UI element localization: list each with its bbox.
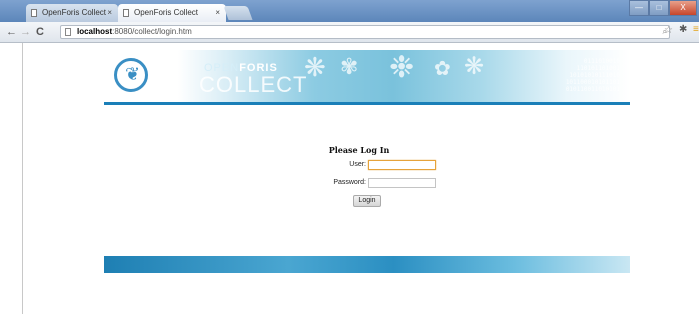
browser-tab-inactive[interactable]: OpenForis Collect × [26,4,118,22]
footer-bar [104,256,630,273]
login-form: Please Log In User: Password: Login [300,142,460,212]
window-controls: — □ X [629,0,697,16]
leaf-icon: ❦ [125,64,141,84]
tree-icon: ✾ [340,54,359,79]
tree-icon: ✿ [434,58,451,80]
login-button[interactable]: Login [353,195,381,207]
bookmark-star-icon[interactable]: ☆ [664,25,673,36]
back-arrow-icon[interactable]: ← [6,25,17,39]
banner-underline [104,102,630,105]
frame-divider [22,43,23,314]
page-icon [31,9,37,17]
tab-label: OpenForis Collect [42,8,107,17]
menu-icon[interactable]: ≡ [693,24,699,35]
binary-text: 0111010010 [583,58,620,65]
maximize-button[interactable]: □ [649,0,669,16]
page-icon [65,28,71,36]
login-title: Please Log In [328,145,390,155]
binary-text: 010110011010101 [565,86,620,93]
tab-label: OpenForis Collect [134,8,199,17]
binary-text: 101100010101101 [565,79,620,86]
tree-icon: ❋ [304,52,326,82]
user-label: User: [349,161,366,168]
openforis-banner: ❦ OPENFORIS COLLECT ❋ ✾ ❉ ✿ ❋ 0111010010… [104,50,630,102]
password-input[interactable] [368,178,436,188]
binary-text: 10101010111010 [569,72,620,79]
tree-icon: ❉ [389,51,415,84]
browser-tab-active[interactable]: OpenForis Collect × [118,4,226,22]
address-bar[interactable]: localhost:8080/collect/login.htm ⌕ [60,25,670,39]
minimize-button[interactable]: — [629,0,649,16]
password-label: Password: [333,179,366,186]
brand-collect: COLLECT [199,72,308,97]
user-input[interactable] [368,160,436,170]
extension-icon[interactable]: ✱ [679,24,687,35]
tab-close-icon[interactable]: × [107,4,112,22]
reload-icon[interactable]: C [36,25,44,39]
browser-titlebar: OpenForis Collect × OpenForis Collect × … [0,0,699,22]
tree-icon: ❋ [464,53,485,80]
tab-close-icon[interactable]: × [215,4,220,22]
url-host: localhost [77,27,113,36]
binary-text: 110101101001 [576,65,620,72]
new-tab-button[interactable] [223,6,253,20]
openforis-logo: ❦ [114,58,148,92]
page-icon [123,9,129,17]
browser-toolbar: ← → C localhost:8080/collect/login.htm ⌕… [0,22,699,43]
close-window-button[interactable]: X [669,0,697,16]
forward-arrow-icon[interactable]: → [20,25,31,39]
url-path: :8080/collect/login.htm [112,27,192,36]
